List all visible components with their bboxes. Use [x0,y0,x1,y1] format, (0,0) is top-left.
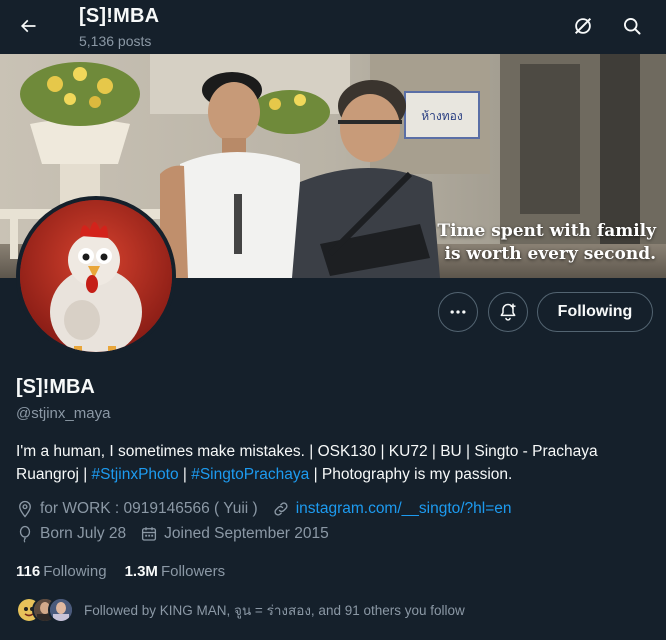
search-icon [624,18,641,35]
location-item: for WORK : 0919146566 ( Yuii ) [16,500,258,518]
arrow-left-icon [20,19,36,33]
banner-caption-line2: is worth every second. [444,244,656,264]
followers-stat[interactable]: 1.3M Followers [125,563,226,580]
rooster-avatar-image [20,200,172,352]
balloon-icon [19,525,31,543]
search-button[interactable] [612,6,652,46]
birthday-text: Born July 28 [40,525,127,542]
joined-item: Joined September 2015 [140,525,329,543]
follow-stats: 116 Following 1.3M Followers [16,563,243,580]
website-link[interactable]: instagram.com/__singto/?hl=en [296,500,512,518]
following-stat[interactable]: 116 Following [16,563,107,580]
hashtag-singtoprachaya[interactable]: #SingtoPrachaya [191,466,309,483]
hashtag-stjinxphoto[interactable]: #StjinxPhoto [92,466,179,483]
website-item[interactable]: instagram.com/__singto/?hl=en [272,500,512,518]
birthday-item: Born July 28 [16,525,126,543]
following-button[interactable]: Following [537,292,653,332]
bell-plus-icon [500,303,516,321]
banner-caption: Time spent with family is worth every se… [437,220,656,266]
mutual-avatar-3 [48,597,74,623]
grok-icon [574,17,592,35]
notifications-button[interactable] [488,292,528,332]
profile-name: [S]!MBA [16,376,95,398]
followers-label: Followers [160,563,226,580]
header-title: [S]!MBA [79,5,160,27]
followers-count: 1.3M [124,563,158,580]
followed-by-row[interactable]: Followed by KING MAN, จูน = ร่างสอง, and… [16,596,465,624]
banner-caption-line1: Time spent with family [437,221,656,241]
joined-text: Joined September 2015 [164,525,329,542]
location-pin-icon [19,500,31,518]
profile-handle: @stjinx_maya [16,405,111,422]
followed-by-text: Followed by KING MAN, จูน = ร่างสอง, and… [84,603,465,618]
post-count: 5,136 posts [79,33,152,49]
more-options-button[interactable] [438,292,478,332]
location-text: for WORK : 0919146566 ( Yuii ) [40,500,258,517]
mutual-avatars [16,597,74,623]
more-icon [450,310,466,314]
grok-button[interactable] [563,6,603,46]
link-icon [274,502,288,516]
back-button[interactable] [8,6,48,46]
following-count: 116 [16,563,41,580]
calendar-icon [142,527,157,541]
bio-text-2: | Photography is my passion. [309,466,513,483]
shop-sign-text: ห้างทอง [421,109,462,123]
meta-row-1: for WORK : 0919146566 ( Yuii ) instagram… [16,498,526,520]
top-bar: [S]!MBA 5,136 posts [0,0,666,54]
meta-row-2: Born July 28 Joined September 2015 [16,523,343,545]
profile-avatar[interactable] [16,196,176,356]
bio-separator: | [178,466,192,483]
following-label: Following [43,563,107,580]
profile-bio: I'm a human, I sometimes make mistakes. … [16,440,656,486]
header-title-block: [S]!MBA 5,136 posts [79,4,159,49]
